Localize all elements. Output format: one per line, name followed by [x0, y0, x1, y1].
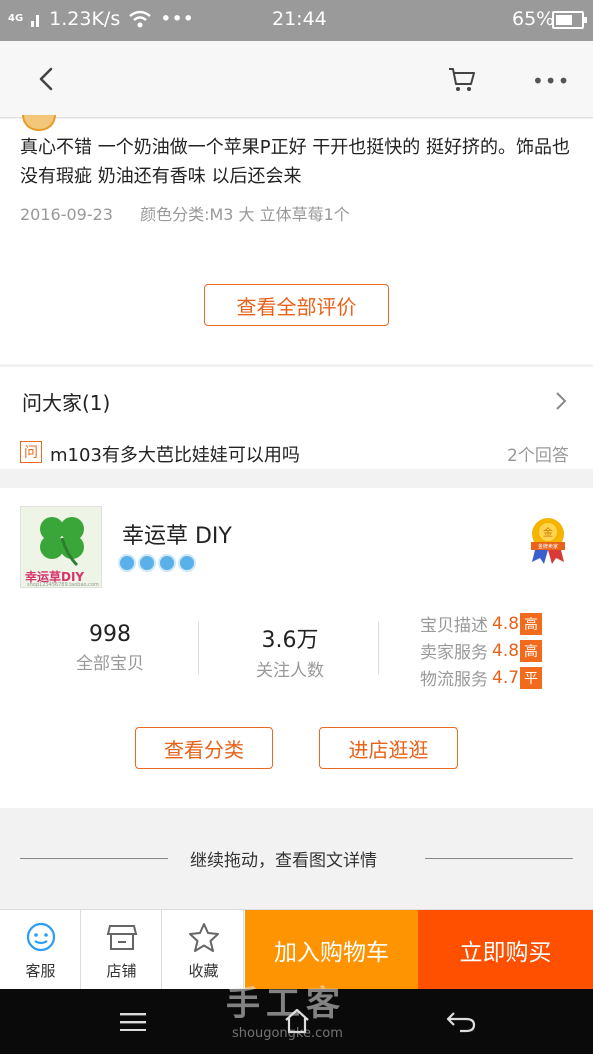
- stat-followers: 3.6万 关注人数: [240, 622, 340, 681]
- badge-label: 金牌卖家: [538, 543, 558, 550]
- crown-icon: [138, 554, 156, 572]
- review-spec: 颜色分类:M3 大 立体草莓1个: [140, 205, 350, 224]
- top-nav-bar: •••: [0, 41, 593, 118]
- status-bar: 4G 1.23K/s ••• 21:44 65%: [0, 0, 593, 41]
- answer-count: 2个回答: [507, 446, 569, 466]
- shop-logo-subtext: shop123456789.taobao.com: [27, 582, 99, 588]
- stat-label: 关注人数: [256, 661, 324, 681]
- ask-question[interactable]: m103有多大芭比娃娃可以用吗: [50, 441, 300, 467]
- more-dots-icon[interactable]: •••: [532, 71, 570, 91]
- view-category-button[interactable]: 查看分类: [135, 727, 273, 769]
- shop-name[interactable]: 幸运草 DIY: [122, 518, 232, 550]
- crown-icon: [178, 554, 196, 572]
- status-more-icon: •••: [160, 8, 194, 30]
- shop-level-crowns: [118, 554, 196, 572]
- buy-now-button[interactable]: 立即购买: [418, 910, 593, 990]
- rating-label: 物流服务: [420, 670, 488, 690]
- rating-tag: 高: [520, 639, 542, 662]
- shop-section: 幸运草DIY shop123456789.taobao.com 幸运草 DIY …: [0, 488, 593, 808]
- watermark: 手工客: [226, 984, 346, 1024]
- divider: [20, 858, 168, 859]
- rating-row: 物流服务 4.7 平: [420, 664, 542, 691]
- reviewer-avatar: [22, 115, 56, 131]
- action-label: 店铺: [106, 962, 137, 980]
- rating-score: 4.8: [492, 613, 520, 634]
- drag-hint: 继续拖动，查看图文详情: [190, 851, 377, 871]
- rating-tag: 高: [520, 612, 542, 635]
- chevron-right-icon: [556, 392, 567, 410]
- chat-face-icon: [26, 922, 56, 952]
- wifi-icon: [129, 10, 152, 28]
- rating-score: 4.8: [492, 640, 520, 661]
- menu-icon[interactable]: [120, 1013, 146, 1031]
- rating-label: 宝贝描述: [420, 616, 488, 636]
- rating-score: 4.7: [492, 667, 520, 688]
- rating-row: 宝贝描述 4.8 高: [420, 610, 542, 637]
- shop-ratings: 宝贝描述 4.8 高 卖家服务 4.8 高 物流服务 4.7 平: [420, 610, 542, 691]
- stat-label: 全部宝贝: [76, 654, 144, 674]
- review-text: 真心不错 一个奶油做一个苹果P正好 干开也挺快的 挺好挤的。饰品也没有瑕疵 奶油…: [20, 137, 571, 187]
- divider: [378, 622, 379, 674]
- review-date: 2016-09-23: [20, 205, 113, 224]
- rating-tag: 平: [520, 666, 542, 689]
- crown-icon: [118, 554, 136, 572]
- network-speed: 1.23K/s: [49, 8, 121, 30]
- ask-section[interactable]: 问大家(1) 问 m103有多大芭比娃娃可以用吗 2个回答: [0, 367, 593, 469]
- shop-logo[interactable]: 幸运草DIY shop123456789.taobao.com: [20, 506, 102, 588]
- star-icon: [189, 923, 219, 952]
- customer-service-button[interactable]: 客服: [0, 910, 81, 990]
- store-button[interactable]: 店铺: [81, 910, 162, 990]
- ask-title: 问大家(1): [22, 391, 111, 415]
- crown-icon: [158, 554, 176, 572]
- battery-percent: 65%: [512, 8, 555, 30]
- rating-row: 卖家服务 4.8 高: [420, 637, 542, 664]
- review-section: 真心不错 一个奶油做一个苹果P正好 干开也挺快的 挺好挤的。饰品也没有瑕疵 奶油…: [0, 115, 593, 364]
- divider: [425, 858, 573, 859]
- rating-label: 卖家服务: [420, 643, 488, 663]
- divider: [198, 622, 199, 674]
- question-badge: 问: [20, 441, 42, 463]
- view-all-reviews-button[interactable]: 查看全部评价: [204, 284, 389, 326]
- enter-shop-button[interactable]: 进店逛逛: [319, 727, 458, 769]
- clover-icon: [40, 517, 84, 567]
- stat-value: 998: [89, 622, 131, 647]
- cart-icon[interactable]: [448, 67, 476, 93]
- store-icon: [106, 925, 138, 950]
- network-indicator: 4G: [8, 13, 24, 24]
- action-label: 客服: [25, 962, 56, 980]
- back-icon[interactable]: [36, 67, 56, 91]
- review-meta: 2016-09-23 颜色分类:M3 大 立体草莓1个: [20, 201, 350, 225]
- watermark-subtext: shougongke.com: [232, 1026, 343, 1041]
- stat-products[interactable]: 998 全部宝贝: [60, 622, 160, 674]
- signal-icon: [31, 15, 40, 27]
- back-arrow-icon[interactable]: [446, 1009, 476, 1033]
- clock: 21:44: [272, 8, 327, 30]
- stat-value: 3.6万: [261, 628, 319, 653]
- battery-icon: [552, 11, 587, 29]
- gold-seller-badge-icon: 金 金牌卖家: [531, 518, 565, 564]
- svg-text:金: 金: [543, 526, 553, 539]
